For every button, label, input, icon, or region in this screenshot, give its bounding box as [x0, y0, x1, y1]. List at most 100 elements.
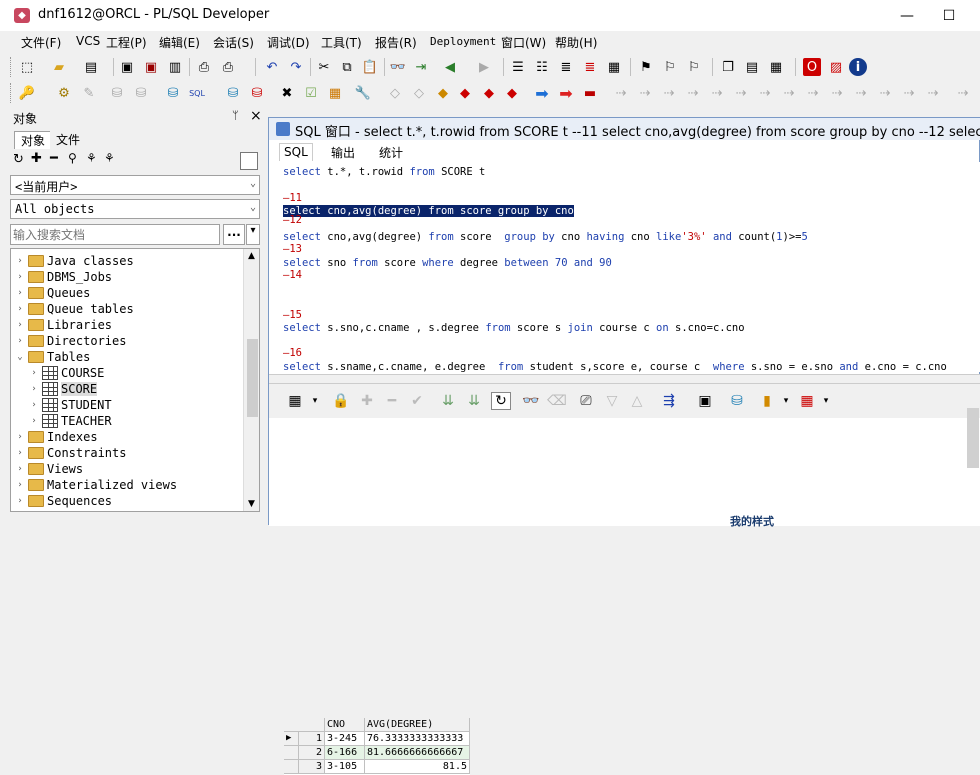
search-options-button[interactable]: ▾	[246, 224, 260, 245]
insert-record-icon[interactable]: ✚	[357, 392, 377, 410]
sort-down-icon[interactable]: ▽	[602, 392, 622, 410]
debug1-icon[interactable]: ⇢	[612, 84, 630, 102]
key-icon[interactable]: 🔑	[18, 84, 36, 102]
tab-statistics[interactable]: 统计	[375, 143, 407, 161]
chevron-right-icon[interactable]: ›	[15, 496, 25, 506]
menu-debug[interactable]: 调试(D)	[267, 34, 310, 51]
debug10-icon[interactable]: ⇢	[828, 84, 846, 102]
db-rollback-icon[interactable]: ⛁	[248, 84, 266, 102]
cube-red3-icon[interactable]: ◆	[503, 84, 521, 102]
check-icon[interactable]: ☑	[302, 84, 320, 102]
maximize-button[interactable]: ☐	[926, 0, 972, 31]
chevron-right-icon[interactable]: ›	[15, 256, 25, 266]
debug11-icon[interactable]: ⇢	[852, 84, 870, 102]
export-dropdown-icon[interactable]: ▾	[816, 392, 836, 410]
chevron-right-icon[interactable]: ›	[15, 272, 25, 282]
delete-record-icon[interactable]: ━	[382, 392, 402, 410]
editor-splitter[interactable]	[269, 374, 980, 384]
save-results-icon[interactable]: ▣	[695, 392, 715, 410]
filter-combo[interactable]: All objects ⌄	[10, 199, 260, 219]
tools-icon[interactable]: ✖	[278, 84, 296, 102]
cell-avg[interactable]: 81.6666666666667	[365, 746, 470, 760]
tree-folder-item[interactable]: › Indexes	[15, 429, 97, 445]
gear-icon[interactable]: ⚙	[55, 84, 73, 102]
print-icon[interactable]: ⎙	[195, 58, 213, 76]
chevron-right-icon[interactable]: ›	[29, 400, 39, 410]
refresh-query-icon[interactable]: ↻	[491, 392, 511, 410]
wrench-icon[interactable]: 🔧	[354, 84, 372, 102]
menu-window[interactable]: 窗口(W)	[501, 34, 546, 51]
new-window-icon[interactable]: ▤	[82, 58, 100, 76]
user-combo[interactable]: <当前用户> ⌄	[10, 175, 260, 195]
tree-folder-item[interactable]: › DBMS_Jobs	[15, 269, 112, 285]
tree-folder-item[interactable]: › Queues	[15, 285, 90, 301]
filter-edit-icon[interactable]: ⚘	[104, 151, 115, 165]
sort-up-icon[interactable]: △	[627, 392, 647, 410]
bookmark-next-icon[interactable]: ⚐	[661, 58, 679, 76]
fetch-next-icon[interactable]: ⇊	[438, 392, 458, 410]
indent-icon[interactable]: ☰	[509, 58, 527, 76]
debug9-icon[interactable]: ⇢	[804, 84, 822, 102]
tree-table-item[interactable]: › STUDENT	[29, 397, 112, 413]
chart-icon[interactable]: ▮	[757, 392, 777, 410]
tree-table-item[interactable]: › TEACHER	[29, 413, 112, 429]
export-db-icon[interactable]: ⛁	[727, 392, 747, 410]
pin-icon[interactable]: ᛘ	[232, 109, 239, 122]
cell-cno[interactable]: 3-245	[325, 732, 365, 746]
chevron-right-icon[interactable]: ›	[29, 416, 39, 426]
grid-view-icon[interactable]: ▦	[285, 392, 305, 410]
menu-project[interactable]: 工程(P)	[106, 34, 147, 51]
arrow-right-blue-icon[interactable]: ➡	[533, 84, 551, 103]
print-preview-icon[interactable]: ⎙	[219, 58, 237, 76]
eraser2-icon[interactable]: ◇	[410, 84, 428, 102]
find-result-icon[interactable]: 👓	[521, 392, 541, 410]
menu-tools[interactable]: 工具(T)	[321, 34, 362, 51]
save-icon[interactable]: ▣	[118, 58, 136, 76]
chevron-down-icon[interactable]: ⌄	[15, 352, 25, 362]
menu-session[interactable]: 会话(S)	[213, 34, 254, 51]
debug12-icon[interactable]: ⇢	[876, 84, 894, 102]
debug14-icon[interactable]: ⇢	[924, 84, 942, 102]
close-icon[interactable]: ×	[250, 108, 262, 124]
grid-icon[interactable]: ▦	[767, 58, 785, 76]
scroll-thumb[interactable]	[247, 339, 258, 417]
db-commit-icon[interactable]: ⛁	[224, 84, 242, 102]
clear-icon[interactable]: ⌫	[547, 392, 567, 410]
menu-vcs[interactable]: VCS	[76, 34, 100, 48]
bookmark-prev-icon[interactable]: ⚐	[685, 58, 703, 76]
doc-icon[interactable]: ▦	[326, 84, 344, 102]
sql-editor[interactable]: select t.*, t.rowid from SCORE t —11 sel…	[279, 162, 980, 372]
debug7-icon[interactable]: ⇢	[756, 84, 774, 102]
tree-folder-item[interactable]: › Constraints	[15, 445, 126, 461]
cell-avg[interactable]: 81.5	[365, 760, 470, 774]
oracle-icon[interactable]: O	[803, 58, 821, 76]
tile-icon[interactable]: ▤	[743, 58, 761, 76]
result-scrollbar[interactable]	[967, 408, 979, 468]
fetch-last-icon[interactable]: ⇊	[464, 392, 484, 410]
db-disabled-icon[interactable]: ⛁	[108, 84, 126, 102]
tab-output[interactable]: 输出	[327, 143, 359, 161]
filter-icon[interactable]: ⚘	[86, 151, 97, 165]
tree-scrollbar[interactable]: ▲ ▼	[243, 249, 259, 511]
cube-red-icon[interactable]: ◆	[456, 84, 474, 102]
db-disabled2-icon[interactable]: ⛁	[132, 84, 150, 102]
single-record-icon[interactable]: ⇶	[659, 392, 679, 410]
debug6-icon[interactable]: ⇢	[732, 84, 750, 102]
chevron-right-icon[interactable]: ›	[15, 288, 25, 298]
brush-icon[interactable]: ✎	[80, 84, 98, 102]
save-all-icon[interactable]: ▥	[166, 58, 184, 76]
cube-red2-icon[interactable]: ◆	[480, 84, 498, 102]
find-icon[interactable]: 👓	[389, 58, 407, 76]
grid-dropdown-icon[interactable]: ▾	[305, 392, 325, 410]
chevron-right-icon[interactable]: ›	[15, 448, 25, 458]
tree-folder-item[interactable]: › Materialized views	[15, 477, 177, 493]
refresh-icon[interactable]: ↻	[13, 152, 24, 167]
unindent-icon[interactable]: ☷	[533, 58, 551, 76]
col-header-avg[interactable]: AVG(DEGREE)	[365, 718, 470, 732]
search-button[interactable]: ...	[223, 224, 245, 245]
chevron-right-icon[interactable]: ›	[15, 480, 25, 490]
tree-folder-item[interactable]: › Queue tables	[15, 301, 133, 317]
tree-folder-item[interactable]: › Sequences	[15, 493, 112, 509]
tab-objects[interactable]: 对象	[14, 131, 53, 149]
pdf-icon[interactable]: ▨	[827, 58, 845, 76]
